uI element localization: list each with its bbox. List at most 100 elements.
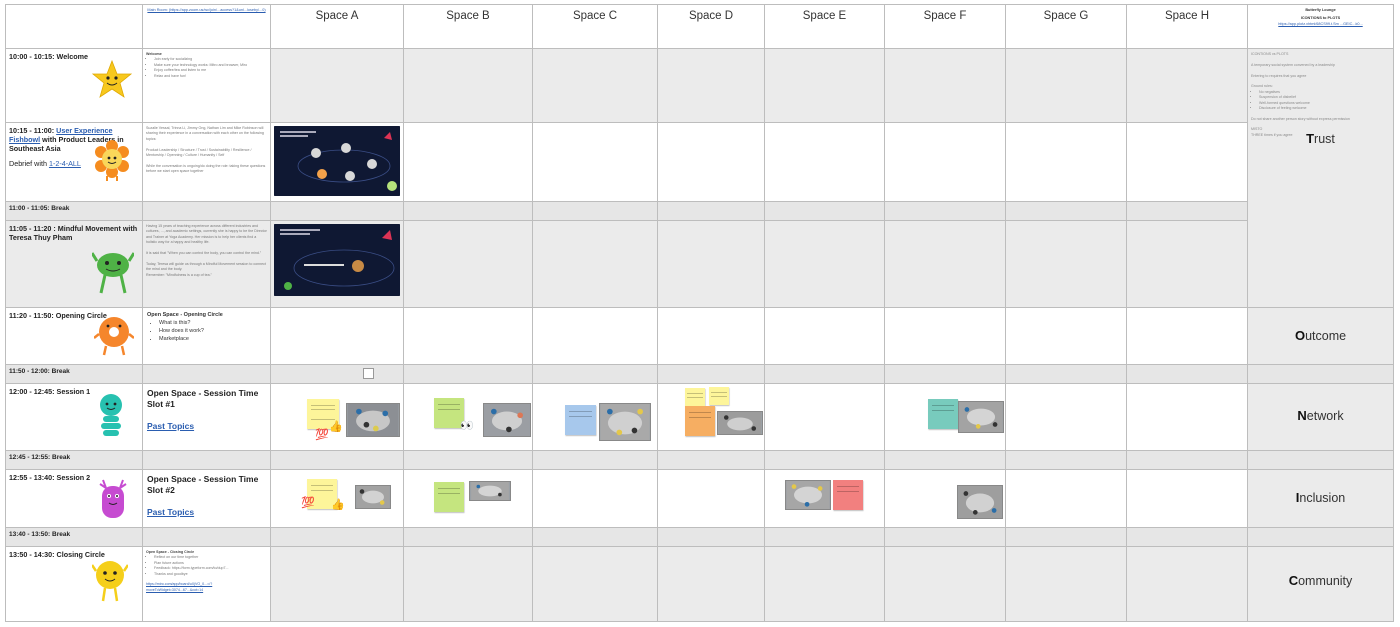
cell[interactable] [532, 469, 658, 528]
cell[interactable] [270, 527, 404, 547]
cell[interactable] [764, 527, 885, 547]
cell[interactable] [657, 546, 765, 622]
cell[interactable] [764, 546, 885, 622]
cell[interactable] [1126, 48, 1248, 123]
cell[interactable] [532, 527, 658, 547]
cell[interactable] [657, 364, 765, 384]
cell[interactable] [1126, 383, 1248, 451]
cell[interactable] [1005, 364, 1127, 384]
cell[interactable] [532, 122, 658, 202]
cell[interactable] [764, 469, 885, 528]
cell[interactable] [884, 450, 1006, 470]
cell[interactable] [403, 201, 533, 221]
past-topics-link[interactable]: Past Topics [147, 421, 267, 432]
cell[interactable] [1005, 450, 1127, 470]
cell[interactable] [1005, 469, 1127, 528]
cell[interactable] [1126, 469, 1248, 528]
participants-photo[interactable] [958, 401, 1004, 433]
cell[interactable]: 💯 👍 [270, 469, 404, 528]
cell[interactable] [403, 307, 533, 365]
participants-photo[interactable] [346, 403, 400, 437]
cell[interactable] [884, 527, 1006, 547]
cell[interactable] [884, 546, 1006, 622]
cell[interactable] [270, 546, 404, 622]
cell[interactable] [1005, 220, 1127, 308]
closing-link[interactable]: moveToWidget=3074...67...&cot=14 [146, 588, 267, 593]
cell[interactable] [657, 450, 765, 470]
participants-photo[interactable] [355, 485, 391, 509]
cell[interactable] [270, 220, 404, 308]
cell[interactable] [884, 307, 1006, 365]
cell[interactable] [657, 201, 765, 221]
participants-photo[interactable] [717, 411, 763, 435]
cell[interactable] [1005, 48, 1127, 123]
cell[interactable] [1126, 122, 1248, 202]
cell[interactable] [532, 220, 658, 308]
cell[interactable] [764, 450, 885, 470]
participants-photo[interactable] [483, 403, 531, 437]
cell[interactable] [657, 469, 765, 528]
cell[interactable] [657, 220, 765, 308]
cell[interactable] [1126, 546, 1248, 622]
fishbowl-slide-thumbnail[interactable] [274, 126, 400, 196]
cell[interactable] [657, 122, 765, 202]
cell[interactable] [1005, 307, 1127, 365]
cell[interactable] [764, 220, 885, 308]
cell[interactable] [532, 383, 658, 451]
cell[interactable] [1005, 546, 1127, 622]
cell[interactable] [884, 48, 1006, 123]
main-room-link[interactable]: Main Room: (https://app.zoom.us/wc/join/… [147, 8, 265, 12]
cell[interactable] [1005, 383, 1127, 451]
cell[interactable] [764, 364, 885, 384]
cell[interactable] [657, 383, 765, 451]
cell[interactable] [657, 527, 765, 547]
cell[interactable] [403, 450, 533, 470]
participants-photo[interactable] [469, 481, 511, 501]
cell[interactable] [657, 307, 765, 365]
sticky-note[interactable] [833, 480, 863, 510]
checkbox[interactable] [363, 368, 374, 379]
participants-photo[interactable] [785, 480, 831, 510]
butterfly-link[interactable]: https://app.plotz.xhtml/68CS99.t.Sm ...G… [1249, 22, 1393, 27]
cell[interactable] [884, 364, 1006, 384]
cell[interactable] [764, 307, 885, 365]
cell[interactable] [532, 201, 658, 221]
sticky-note[interactable] [709, 387, 729, 405]
cell[interactable] [270, 201, 404, 221]
cell[interactable] [884, 122, 1006, 202]
cell[interactable] [270, 307, 404, 365]
cell[interactable] [884, 383, 1006, 451]
cell[interactable] [532, 307, 658, 365]
cell[interactable] [270, 122, 404, 202]
cell[interactable] [403, 469, 533, 528]
sticky-note[interactable] [565, 405, 596, 435]
past-topics-link[interactable]: Past Topics [147, 507, 267, 518]
cell[interactable] [403, 220, 533, 308]
cell[interactable] [1126, 527, 1248, 547]
cell[interactable] [403, 48, 533, 123]
cell[interactable] [1126, 364, 1248, 384]
mindful-slide-thumbnail[interactable] [274, 224, 400, 296]
cell[interactable] [1005, 122, 1127, 202]
cell[interactable] [884, 201, 1006, 221]
cell[interactable] [764, 122, 885, 202]
cell[interactable] [1005, 201, 1127, 221]
cell[interactable] [764, 383, 885, 451]
cell[interactable] [764, 48, 885, 123]
cell[interactable] [532, 450, 658, 470]
cell[interactable] [532, 546, 658, 622]
sticky-note[interactable] [928, 399, 958, 429]
cell[interactable] [1005, 527, 1127, 547]
cell[interactable] [657, 48, 765, 123]
cell[interactable] [1126, 201, 1248, 221]
participants-photo[interactable] [599, 403, 651, 441]
cell[interactable] [884, 220, 1006, 308]
sticky-note[interactable] [685, 406, 715, 436]
cell[interactable] [532, 364, 658, 384]
cell[interactable] [403, 546, 533, 622]
cell[interactable] [1126, 307, 1248, 365]
cell[interactable] [270, 364, 404, 384]
sticky-note[interactable] [434, 482, 464, 512]
butterfly-lounge-cell[interactable]: ICONTIONS vs PLOTS A temporary social sy… [1247, 48, 1394, 308]
cell[interactable] [403, 122, 533, 202]
